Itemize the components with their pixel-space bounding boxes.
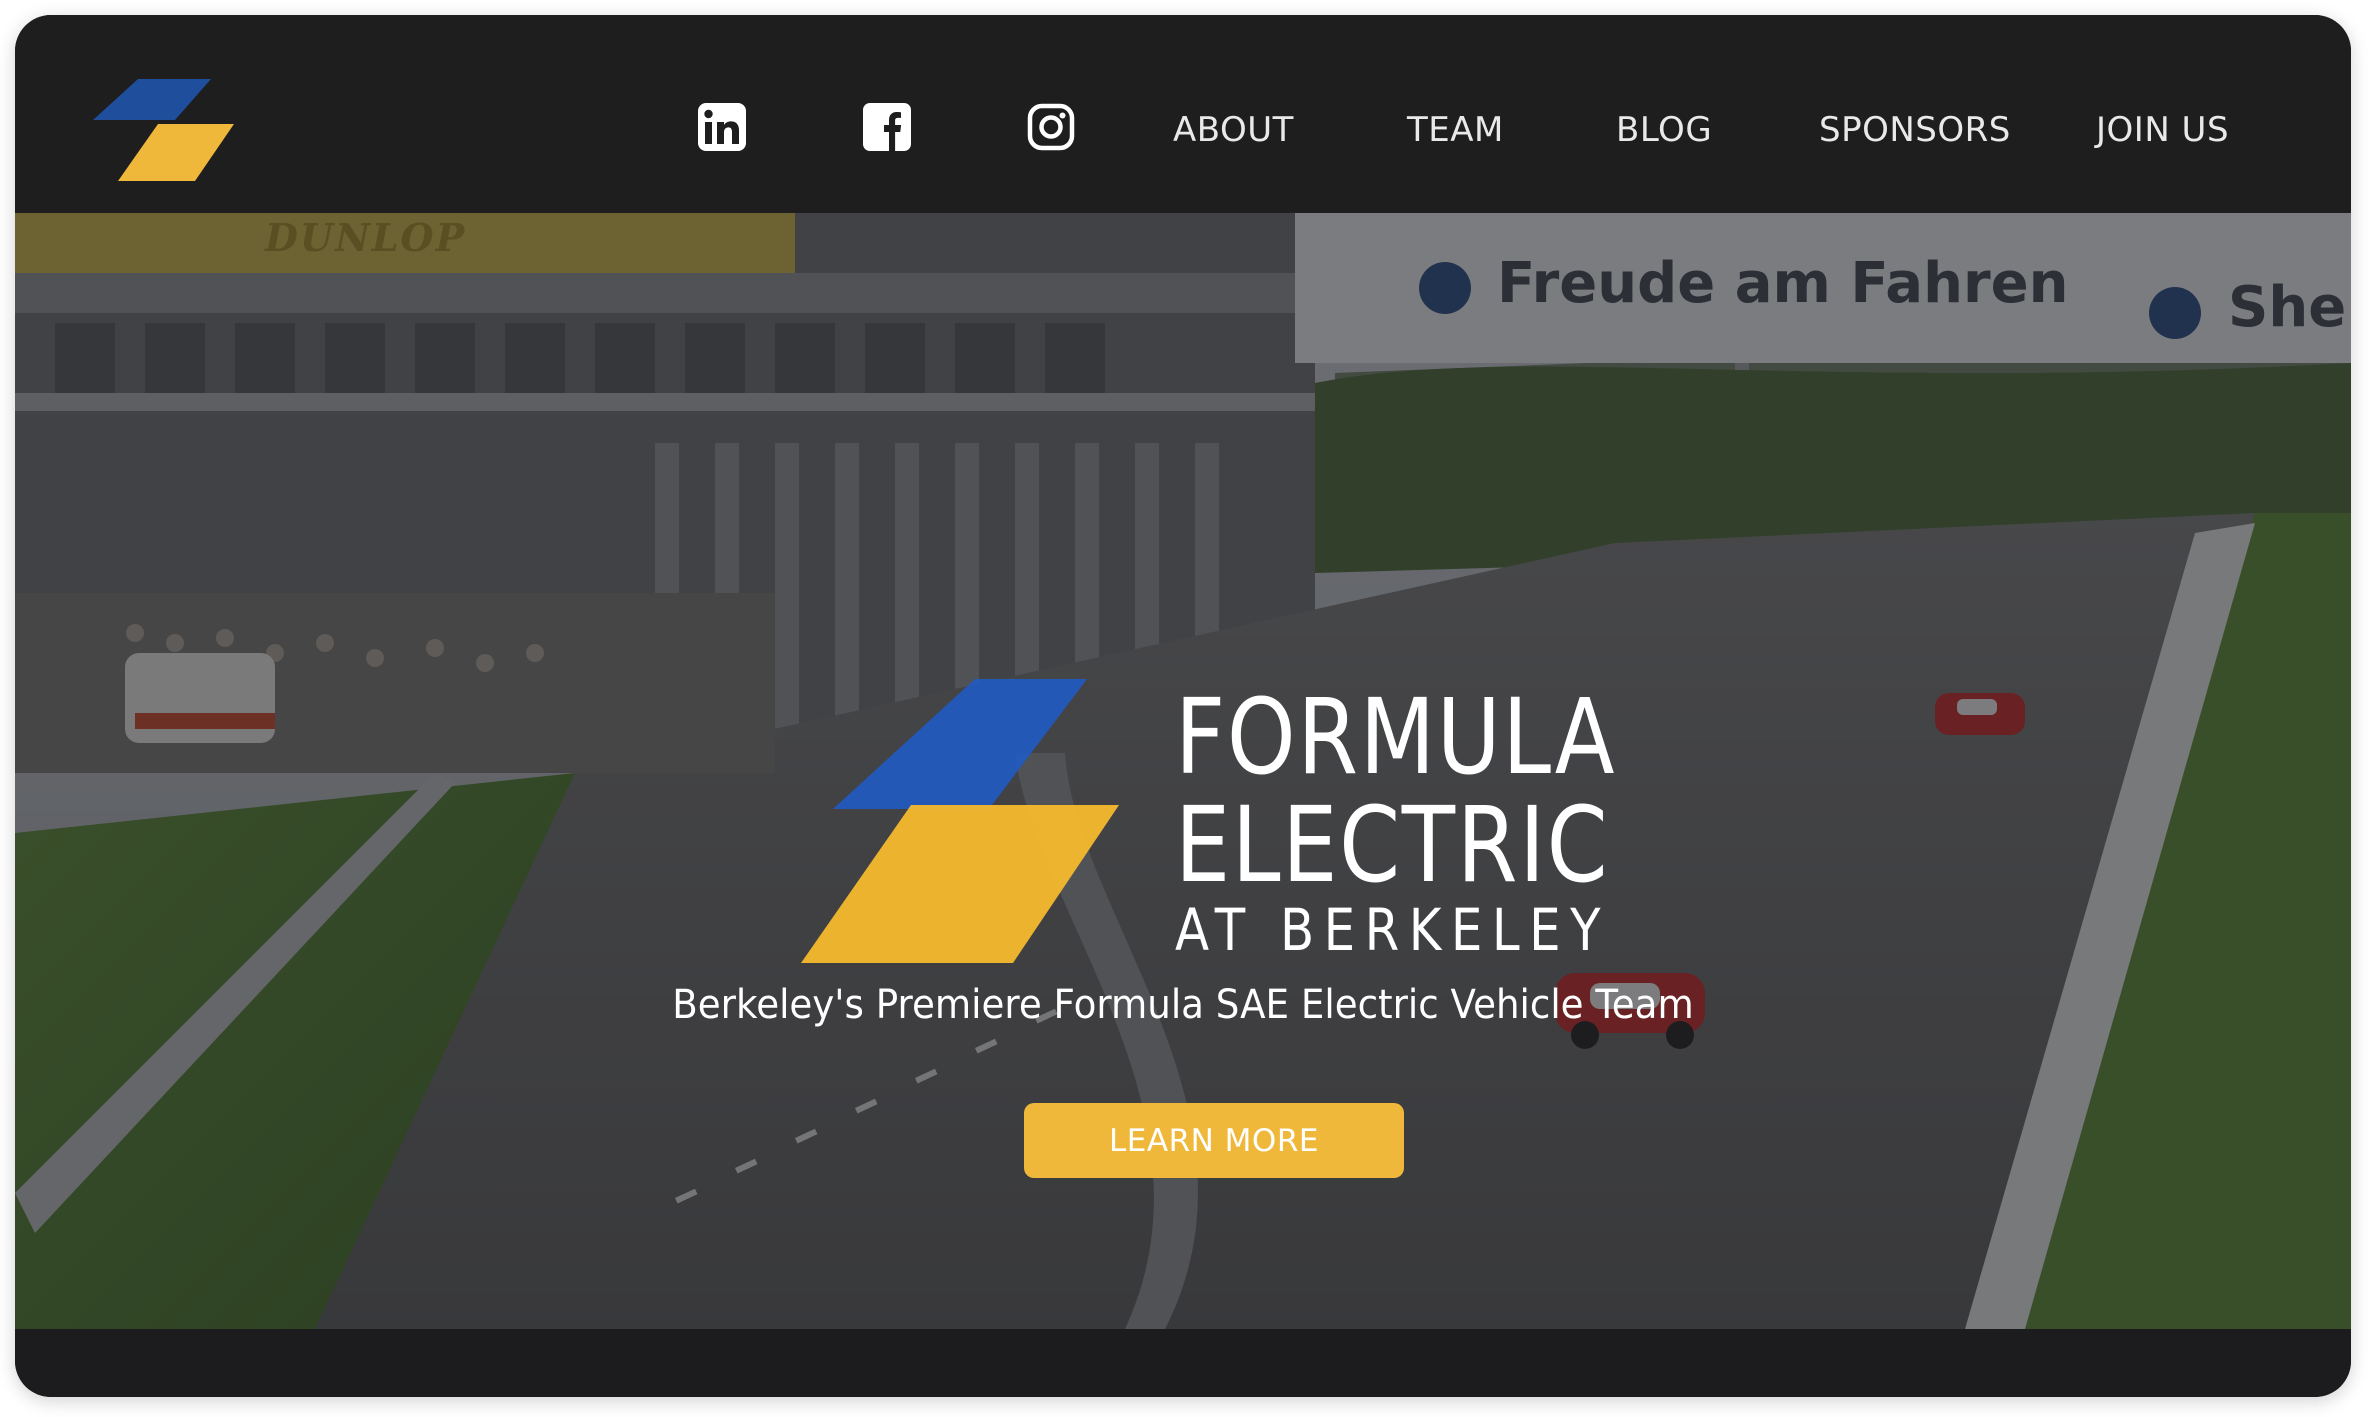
bmw-banner-text-cut: She bbox=[2228, 275, 2347, 340]
hero-section: DUNLOP Freude am Fahren She FORMULA ELEC… bbox=[15, 213, 2351, 1329]
linkedin-icon bbox=[698, 103, 746, 151]
facebook-icon bbox=[863, 103, 911, 151]
nav-blog[interactable]: BLOG bbox=[1616, 113, 1712, 147]
linkedin-link[interactable] bbox=[696, 101, 748, 153]
team-logo[interactable] bbox=[93, 77, 243, 189]
hero-title-line-2: ELECTRIC bbox=[1175, 784, 1610, 906]
nav-join-us[interactable]: JOIN US bbox=[2096, 113, 2229, 147]
bmw-banner-text: Freude am Fahren bbox=[1497, 251, 2069, 316]
top-navigation: ABOUT TEAM BLOG SPONSORS JOIN US bbox=[15, 15, 2351, 213]
hero-tagline: Berkeley's Premiere Formula SAE Electric… bbox=[672, 982, 1694, 1028]
nav-team[interactable]: TEAM bbox=[1407, 113, 1504, 147]
hero-title-line-1: FORMULA bbox=[1175, 676, 1617, 798]
bottom-strip bbox=[15, 1329, 2351, 1397]
nav-about[interactable]: ABOUT bbox=[1173, 113, 1294, 147]
instagram-link[interactable] bbox=[1025, 101, 1077, 153]
browser-window: ABOUT TEAM BLOG SPONSORS JOIN US DUNLOP … bbox=[15, 15, 2351, 1397]
hero-logo-mark bbox=[801, 679, 1119, 963]
learn-more-button[interactable]: LEARN MORE bbox=[1024, 1103, 1404, 1178]
instagram-icon bbox=[1027, 103, 1075, 151]
nav-sponsors[interactable]: SPONSORS bbox=[1819, 113, 2011, 147]
learn-more-label: LEARN MORE bbox=[1109, 1122, 1319, 1159]
facebook-link[interactable] bbox=[861, 101, 913, 153]
hero-title-line-3: AT BERKELEY bbox=[1175, 896, 1611, 964]
dunlop-banner-text: DUNLOP bbox=[265, 215, 467, 260]
